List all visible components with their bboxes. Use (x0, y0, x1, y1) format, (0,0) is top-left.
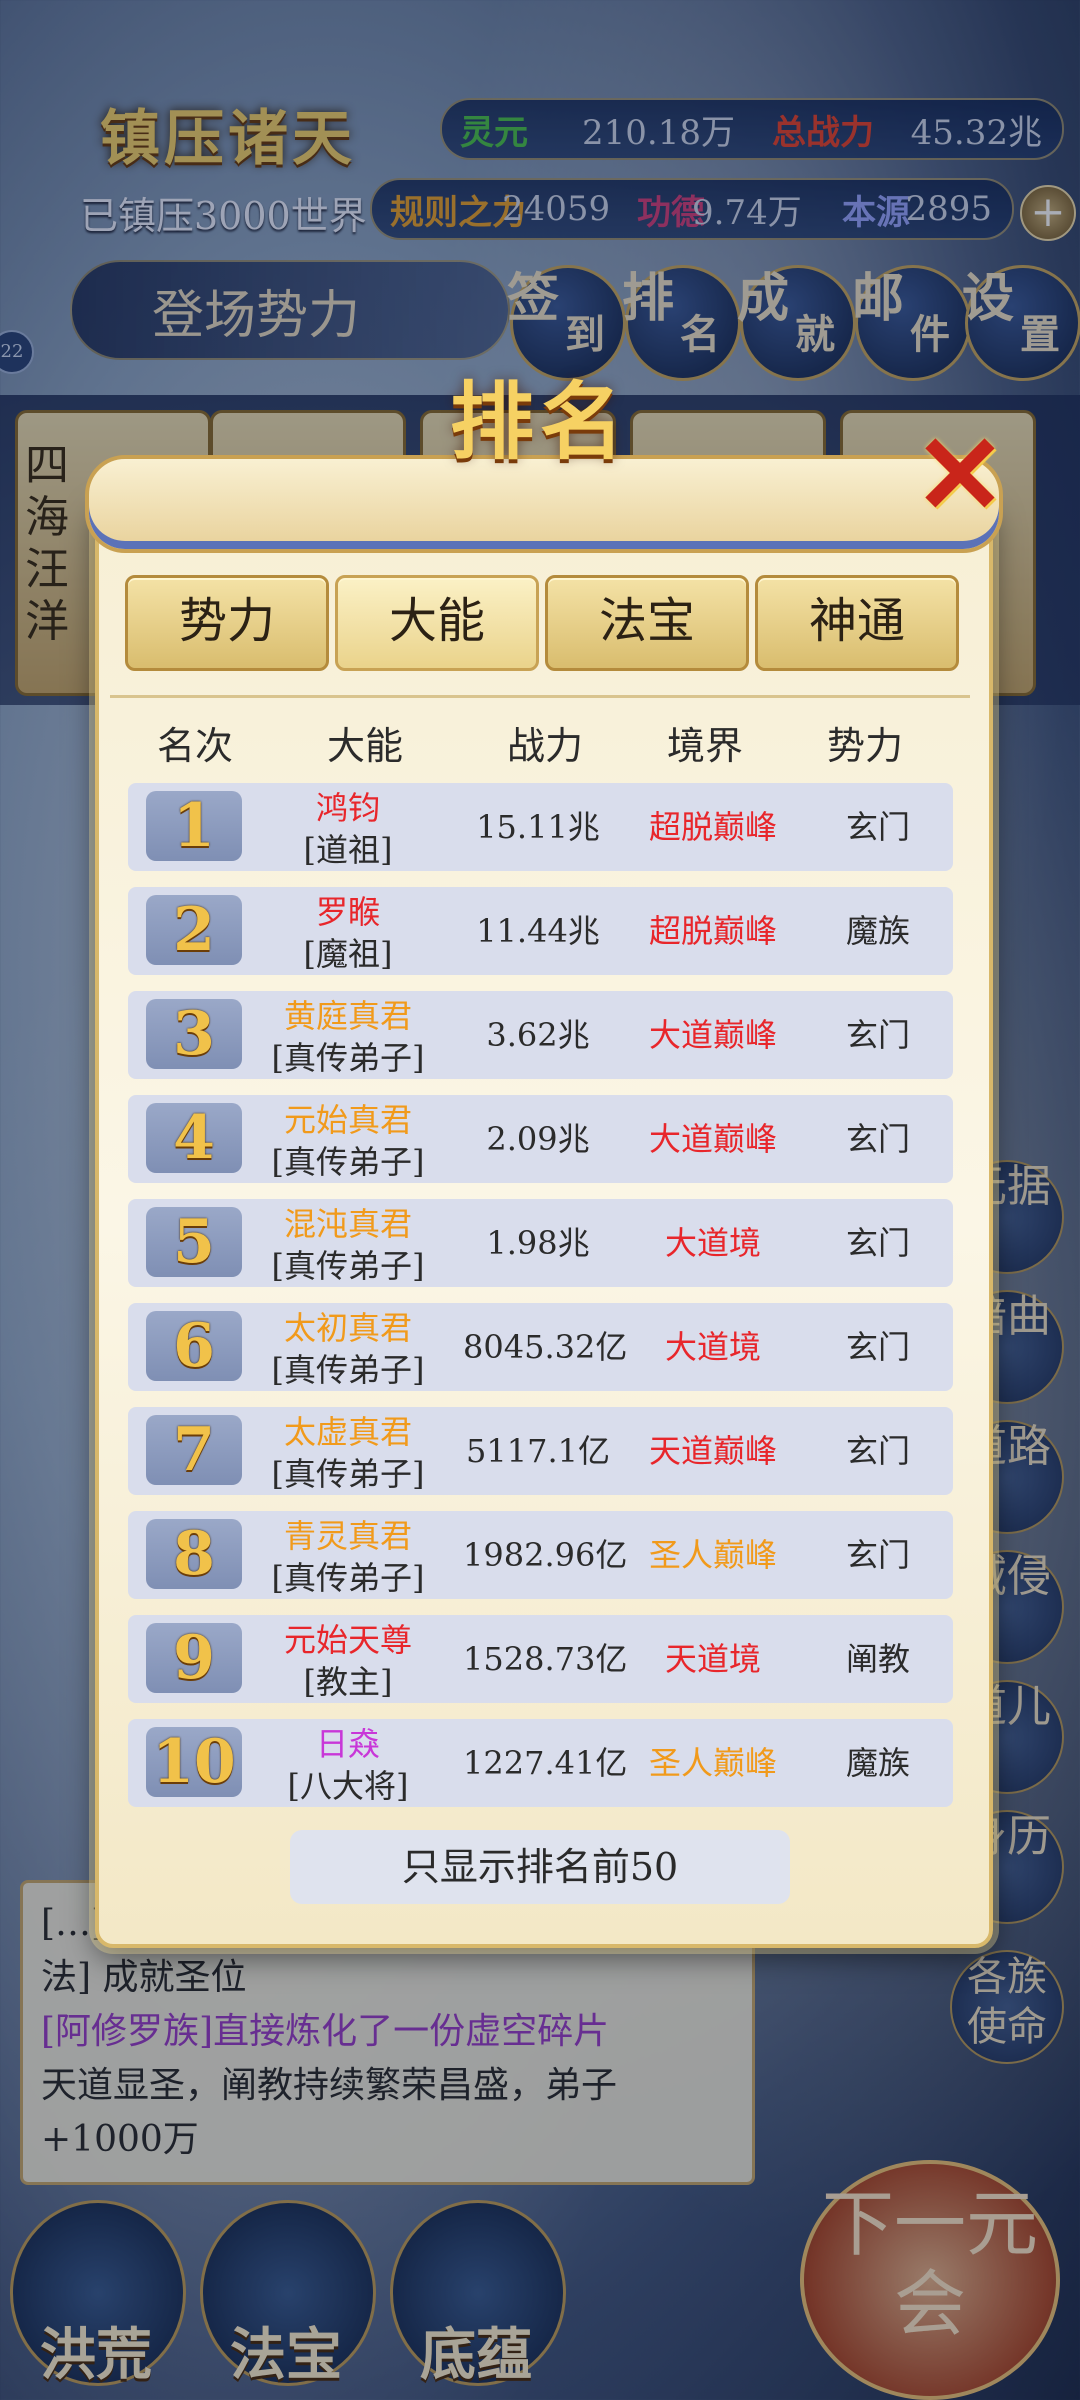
realm-value: 大道境 (664, 1224, 761, 1262)
faction-value: 魔族 (845, 912, 910, 950)
column-name: 大能 (326, 724, 403, 768)
tab-powers[interactable]: 大能 (335, 575, 539, 671)
realm-value: 大道巅峰 (648, 1120, 777, 1158)
power-title: [真传弟子] (271, 1455, 425, 1493)
rank-badge: 4 (146, 1103, 242, 1173)
power-title: [真传弟子] (271, 1351, 425, 1389)
power-title: [真传弟子] (271, 1559, 425, 1597)
power-title: [真传弟子] (271, 1143, 425, 1181)
faction-value: 魔族 (845, 1744, 910, 1782)
rank-badge: 8 (146, 1519, 242, 1589)
power-value: 5117.1亿 (466, 1432, 610, 1470)
power-name: 元始真君 (283, 1101, 412, 1139)
header-divider (110, 695, 970, 698)
power-value: 3.62兆 (486, 1016, 590, 1054)
name-cell: 鸿钧 [道祖] (258, 787, 438, 871)
faction-value: 玄门 (845, 1016, 910, 1054)
power-value: 8045.32亿 (463, 1328, 628, 1366)
close-icon[interactable]: ✕ (910, 420, 1010, 530)
realm-value: 大道巅峰 (648, 1016, 777, 1054)
realm-value: 圣人巅峰 (648, 1744, 777, 1782)
power-value: 2.09兆 (486, 1120, 590, 1158)
power-title: [教主] (303, 1663, 393, 1701)
power-value: 15.11兆 (476, 808, 600, 846)
realm-value: 天道巅峰 (648, 1432, 777, 1470)
table-row[interactable]: 7 太虚真君 [真传弟子] 5117.1亿 天道巅峰 玄门 (128, 1407, 953, 1495)
column-faction: 势力 (826, 724, 903, 768)
power-name: 日猋 (315, 1725, 380, 1763)
power-value: 11.44兆 (476, 912, 600, 950)
table-row[interactable]: 2 罗睺 [魔祖] 11.44兆 超脱巅峰 魔族 (128, 887, 953, 975)
rank-badge: 1 (146, 791, 242, 861)
tab-faction[interactable]: 势力 (125, 575, 329, 671)
name-cell: 混沌真君 [真传弟子] (258, 1203, 438, 1287)
realm-value: 超脱巅峰 (648, 808, 777, 846)
faction-value: 玄门 (845, 1120, 910, 1158)
name-cell: 元始真君 [真传弟子] (258, 1099, 438, 1183)
power-value: 1982.96亿 (463, 1536, 628, 1574)
faction-value: 玄门 (845, 1432, 910, 1470)
table-row[interactable]: 8 青灵真君 [真传弟子] 1982.96亿 圣人巅峰 玄门 (128, 1511, 953, 1599)
power-name: 元始天尊 (283, 1621, 412, 1659)
name-cell: 罗睺 [魔祖] (258, 891, 438, 975)
rank-badge: 3 (146, 999, 242, 1069)
power-value: 1.98兆 (486, 1224, 590, 1262)
rank-badge: 9 (146, 1623, 242, 1693)
realm-value: 大道境 (664, 1328, 761, 1366)
table-row[interactable]: 4 元始真君 [真传弟子] 2.09兆 大道巅峰 玄门 (128, 1095, 953, 1183)
rank-badge: 6 (146, 1311, 242, 1381)
show-top-50-button[interactable]: 只显示排名前50 (290, 1830, 790, 1904)
table-row[interactable]: 6 太初真君 [真传弟子] 8045.32亿 大道境 玄门 (128, 1303, 953, 1391)
power-title: [魔祖] (303, 935, 393, 973)
table-row[interactable]: 9 元始天尊 [教主] 1528.73亿 天道境 阐教 (128, 1615, 953, 1703)
column-realm: 境界 (666, 724, 743, 768)
modal-title: 排名 (449, 372, 630, 471)
table-row[interactable]: 1 鸿钧 [道祖] 15.11兆 超脱巅峰 玄门 (128, 783, 953, 871)
power-name: 太虚真君 (283, 1413, 412, 1451)
name-cell: 太初真君 [真传弟子] (258, 1307, 438, 1391)
power-name: 黄庭真君 (283, 997, 412, 1035)
faction-value: 阐教 (845, 1640, 910, 1678)
power-title: [八大将] (287, 1767, 409, 1805)
realm-value: 圣人巅峰 (648, 1536, 777, 1574)
power-value: 1528.73亿 (463, 1640, 628, 1678)
table-row[interactable]: 3 黄庭真君 [真传弟子] 3.62兆 大道巅峰 玄门 (128, 991, 953, 1079)
name-cell: 元始天尊 [教主] (258, 1619, 438, 1703)
tab-magic[interactable]: 神通 (755, 575, 959, 671)
power-name: 混沌真君 (283, 1205, 412, 1243)
power-name: 太初真君 (283, 1309, 412, 1347)
rank-badge: 2 (146, 895, 242, 965)
power-title: [真传弟子] (271, 1039, 425, 1077)
rank-badge: 7 (146, 1415, 242, 1485)
faction-value: 玄门 (845, 1224, 910, 1262)
name-cell: 黄庭真君 [真传弟子] (258, 995, 438, 1079)
faction-value: 玄门 (845, 808, 910, 846)
power-name: 鸿钧 (315, 789, 380, 827)
power-value: 1227.41亿 (463, 1744, 628, 1782)
name-cell: 日猋 [八大将] (258, 1723, 438, 1807)
column-rank: 名次 (156, 724, 233, 768)
power-name: 青灵真君 (283, 1517, 412, 1555)
rank-badge: 10 (146, 1727, 242, 1797)
column-power: 战力 (506, 724, 583, 768)
realm-value: 天道境 (664, 1640, 761, 1678)
realm-value: 超脱巅峰 (648, 912, 777, 950)
power-title: [道祖] (303, 831, 393, 869)
faction-value: 玄门 (845, 1328, 910, 1366)
name-cell: 青灵真君 [真传弟子] (258, 1515, 438, 1599)
rank-badge: 5 (146, 1207, 242, 1277)
faction-value: 玄门 (845, 1536, 910, 1574)
table-row[interactable]: 5 混沌真君 [真传弟子] 1.98兆 大道境 玄门 (128, 1199, 953, 1287)
table-row[interactable]: 10 日猋 [八大将] 1227.41亿 圣人巅峰 魔族 (128, 1719, 953, 1807)
tab-treasure[interactable]: 法宝 (545, 575, 749, 671)
power-title: [真传弟子] (271, 1247, 425, 1285)
power-name: 罗睺 (315, 893, 380, 931)
name-cell: 太虚真君 [真传弟子] (258, 1411, 438, 1495)
